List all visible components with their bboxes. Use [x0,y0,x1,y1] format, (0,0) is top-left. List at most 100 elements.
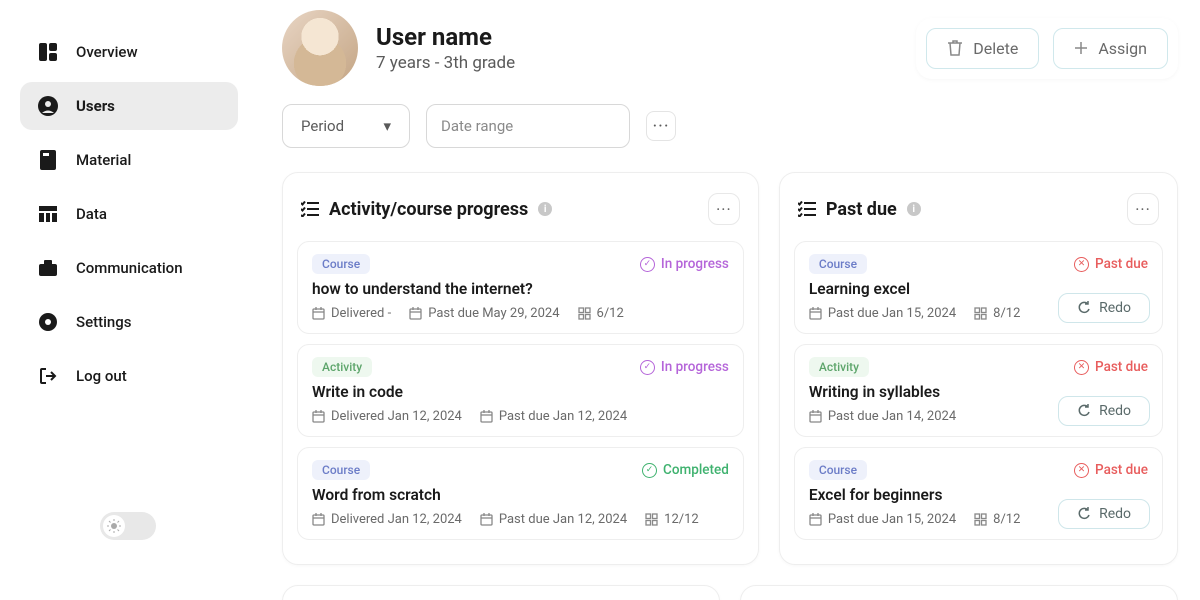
item-pastdue: Past due Jan 12, 2024 [480,409,627,424]
pastdue-card: Past due i ··· Course ✕Past due Learning… [779,172,1178,565]
status-check-icon: ✓ [642,463,657,478]
item-tag: Activity [809,357,869,377]
activity-progress-card: Activity/course progress i ··· Course ✓I… [282,172,759,565]
item-tag: Activity [312,357,372,377]
card-more-button[interactable]: ··· [708,193,740,225]
status-x-icon: ✕ [1074,463,1089,478]
users-icon [38,96,58,116]
item-pastdue: Past due Jan 12, 2024 [480,512,627,527]
sidebar-item-label: Overview [76,43,138,61]
sidebar-item-label: Users [76,97,115,115]
dashboard-icon [38,42,58,62]
item-status: ✕Past due [1074,256,1148,272]
pastdue-item[interactable]: Course ✕Past due Learning excel Past due… [794,241,1163,334]
redo-button[interactable]: Redo [1058,293,1150,323]
pastdue-item[interactable]: Course ✕Past due Excel for beginners Pas… [794,447,1163,540]
item-tag: Course [312,254,370,274]
book-icon [38,150,58,170]
sidebar-item-label: Communication [76,259,183,277]
activity-list: Course ✓In progress how to understand th… [297,241,744,540]
sidebar-item-settings[interactable]: Settings [20,298,238,346]
activity-item[interactable]: Course ✓In progress how to understand th… [297,241,744,334]
item-tag: Course [312,460,370,480]
delete-button[interactable]: Delete [926,28,1039,69]
item-delivered: Delivered Jan 12, 2024 [312,512,462,527]
item-pastdue-date: Past due Jan 14, 2024 [809,409,956,424]
card-title-text: Activity/course progress [329,199,528,220]
item-tag: Course [809,460,867,480]
item-status: ✓Completed [642,462,729,478]
status-x-icon: ✕ [1074,360,1089,375]
briefcase-icon [38,258,58,278]
sidebar-item-label: Material [76,151,131,169]
user-info: User name 7 years - 3th grade [282,10,515,86]
theme-toggle[interactable] [100,512,156,540]
filters-more-button[interactable]: ··· [646,111,676,141]
sidebar-item-overview[interactable]: Overview [20,28,238,76]
sidebar-item-label: Data [76,205,107,223]
header-actions: Delete Assign [916,18,1178,79]
sidebar: Overview Users Material Data Communicati… [0,0,258,600]
logout-icon [38,366,58,386]
item-count: 8/12 [974,512,1020,527]
chevron-down-icon: ▾ [383,117,391,135]
checklist-icon [301,201,319,217]
period-select[interactable]: Period ▾ [282,104,410,148]
item-tag: Course [809,254,867,274]
item-title: Word from scratch [312,486,729,504]
user-name: User name [376,23,515,51]
sidebar-item-users[interactable]: Users [20,82,238,130]
item-count: 8/12 [974,306,1020,321]
item-status: ✓In progress [640,256,729,272]
sidebar-item-communication[interactable]: Communication [20,244,238,292]
sun-icon [103,515,125,537]
item-title: how to understand the internet? [312,280,729,298]
gear-icon [38,312,58,332]
assign-button[interactable]: Assign [1053,28,1168,69]
sidebar-item-label: Settings [76,313,132,331]
item-delivered: Delivered Jan 12, 2024 [312,409,462,424]
interaction-time-card: Interaction time i ··· [282,585,720,600]
pastdue-list: Course ✕Past due Learning excel Past due… [794,241,1163,540]
daterange-input[interactable]: Date range [426,104,630,148]
redo-label: Redo [1099,300,1131,316]
card-title-text: Past due [826,199,897,220]
trash-icon [947,39,963,57]
item-title: Write in code [312,383,729,401]
redo-button[interactable]: Redo [1058,499,1150,529]
activity-item[interactable]: Course ✓Completed Word from scratch Deli… [297,447,744,540]
item-pastdue-date: Past due Jan 15, 2024 [809,512,956,527]
button-label: Assign [1098,39,1147,58]
sidebar-item-material[interactable]: Material [20,136,238,184]
item-count: 6/12 [578,306,624,321]
page-header: User name 7 years - 3th grade Delete Ass… [282,10,1178,86]
sidebar-item-logout[interactable]: Log out [20,352,238,400]
info-icon[interactable]: i [538,202,552,216]
activity-item[interactable]: Activity ✓In progress Write in code Deli… [297,344,744,437]
pastdue-item[interactable]: Activity ✕Past due Writing in syllables … [794,344,1163,437]
card-more-button[interactable]: ··· [1127,193,1159,225]
item-pastdue-date: Past due Jan 15, 2024 [809,306,956,321]
sidebar-item-data[interactable]: Data [20,190,238,238]
item-status: ✓In progress [640,359,729,375]
info-icon[interactable]: i [907,202,921,216]
checklist-icon [798,201,816,217]
item-count: 12/12 [645,512,699,527]
table-icon [38,204,58,224]
item-status: ✕Past due [1074,462,1148,478]
user-meta: 7 years - 3th grade [376,53,515,73]
filters: Period ▾ Date range ··· [282,104,1178,148]
item-status: ✕Past due [1074,359,1148,375]
redo-label: Redo [1099,403,1131,419]
item-delivered: Delivered - [312,306,391,321]
redo-button[interactable]: Redo [1058,396,1150,426]
select-label: Period [301,117,344,135]
status-check-icon: ✓ [640,360,655,375]
item-pastdue: Past due May 29, 2024 [409,306,559,321]
main-content: User name 7 years - 3th grade Delete Ass… [258,0,1200,600]
redo-label: Redo [1099,506,1131,522]
avatar [282,10,358,86]
sidebar-item-label: Log out [76,367,127,385]
status-check-icon: ✓ [640,257,655,272]
button-label: Delete [973,39,1018,58]
